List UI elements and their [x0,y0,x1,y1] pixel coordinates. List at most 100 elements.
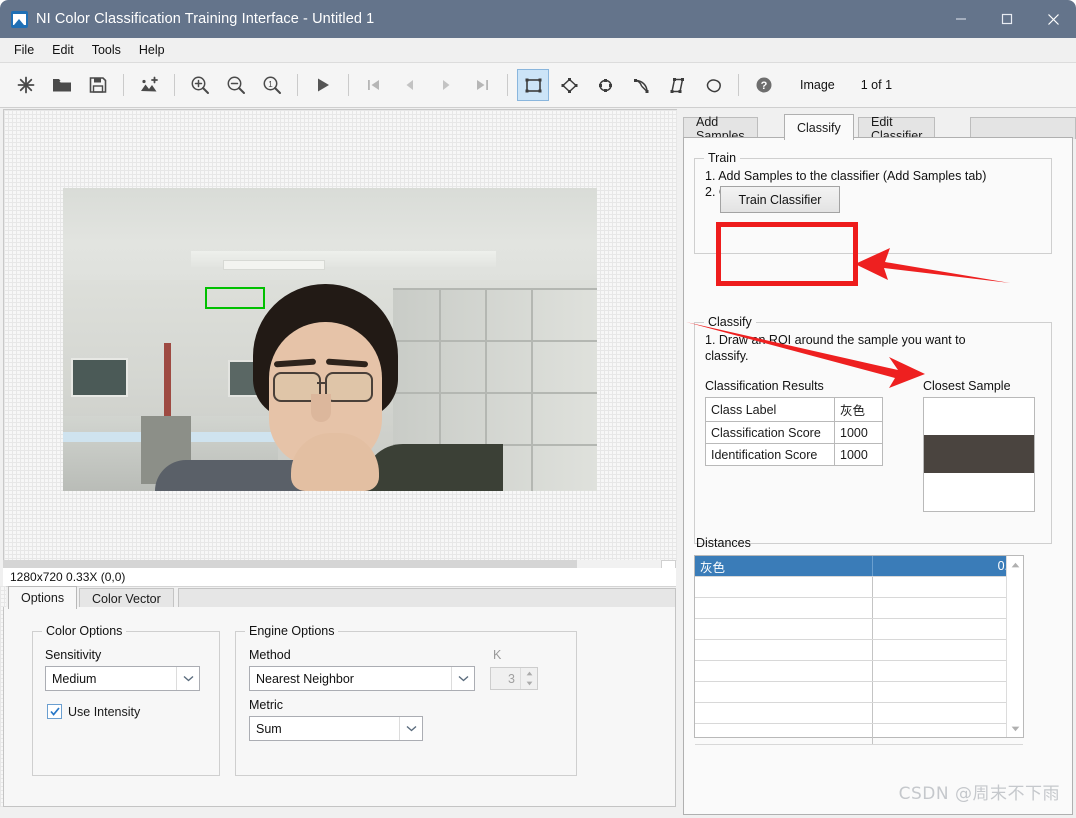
webcam-image [63,188,597,491]
tab-add-samples[interactable]: Add Samples [683,115,758,143]
use-intensity-label: Use Intensity [68,704,141,719]
previous-image-icon[interactable] [394,69,426,101]
distance-class-name [695,661,873,681]
closest-sample-title: Closest Sample [923,379,1011,393]
image-count: 1 of 1 [860,78,893,92]
menu-item-tools[interactable]: Tools [83,40,130,60]
tab-options[interactable]: Options [8,586,78,609]
metric-select[interactable]: Sum [249,716,423,741]
list-item[interactable] [695,577,1023,598]
roi-rotated-rect-icon[interactable] [553,69,585,101]
roi-oval-icon[interactable] [589,69,621,101]
right-tab-filler [970,117,1076,139]
last-image-icon[interactable] [466,69,498,101]
zoom-in-icon[interactable] [184,69,216,101]
method-select[interactable]: Nearest Neighbor [249,666,475,691]
open-folder-icon[interactable] [46,69,78,101]
menu-item-help[interactable]: Help [130,40,174,60]
save-floppy-icon[interactable] [82,69,114,101]
canvas-scrollbar-thumb[interactable] [3,560,577,568]
right-panel: Add Samples Classify Edit Classifier Tra… [680,109,1076,818]
toolbar-separator [738,74,739,96]
distances-vertical-scrollbar[interactable] [1006,556,1023,737]
zoom-actual-icon[interactable]: 1 [256,69,288,101]
list-item[interactable] [695,682,1023,703]
minimize-button[interactable] [938,0,984,38]
next-image-icon[interactable] [430,69,462,101]
tab-options-label: Options [21,591,65,605]
list-item[interactable] [695,640,1023,661]
toolbar-separator [297,74,298,96]
roi-rectangle-icon[interactable] [517,69,549,101]
classification-results-title: Classification Results [705,379,824,393]
stepper-up-arrow-icon[interactable] [521,668,537,679]
distance-class-name [695,724,873,744]
result-value-identification-score: 1000 [834,443,883,466]
distance-class-name [695,682,873,702]
list-item[interactable] [695,703,1023,724]
photo-lamp [223,260,325,270]
photo-person-glasses-right [325,372,373,402]
train-classifier-button[interactable]: Train Classifier [720,186,840,213]
train-step-1: 1. Add Samples to the classifier (Add Sa… [705,169,987,183]
scroll-down-arrow-icon[interactable] [1007,720,1023,737]
image-label: Image [800,78,835,92]
distances-grid[interactable]: 灰色 0.0 [694,555,1024,745]
chevron-down-icon[interactable] [399,717,422,740]
photo-window-left [71,358,128,397]
chevron-down-icon[interactable] [176,667,199,690]
distances-title: Distances [696,536,751,550]
maximize-button[interactable] [984,0,1030,38]
tab-color-vector[interactable]: Color Vector [79,588,174,608]
sensitivity-label: Sensitivity [45,648,102,662]
menu-item-file[interactable]: File [5,40,43,60]
canvas-horizontal-scrollbar[interactable] [3,560,661,568]
photo-person-shoulder [363,444,503,491]
roi-rectangle-selection[interactable] [205,287,265,309]
roi-freehand-icon[interactable] [697,69,729,101]
result-value-classification-score: 1000 [834,421,883,444]
scroll-up-arrow-icon[interactable] [1007,556,1023,573]
menu-item-edit[interactable]: Edit [43,40,83,60]
table-row: Class Label 灰色 [705,397,883,422]
list-item[interactable] [695,598,1023,619]
distance-value: 0.0 [873,556,1023,576]
stepper-down-arrow-icon[interactable] [521,679,537,690]
chevron-down-icon[interactable] [451,667,474,690]
play-icon[interactable] [307,69,339,101]
image-canvas[interactable] [3,109,677,561]
train-classifier-button-label: Train Classifier [738,192,822,207]
list-item[interactable] [695,619,1023,640]
sensitivity-select[interactable]: Medium [45,666,200,691]
help-icon[interactable]: ? [748,69,780,101]
result-name-classification-score: Classification Score [705,421,835,444]
distance-value [873,640,1023,660]
tab-classify[interactable]: Classify [784,114,854,140]
window-title: NI Color Classification Training Interfa… [36,11,375,27]
method-label: Method [249,648,291,662]
first-image-icon[interactable] [358,69,390,101]
toolbar-separator [174,74,175,96]
list-item[interactable] [695,724,1023,745]
k-stepper[interactable]: 3 [490,667,538,690]
svg-text:?: ? [761,80,768,92]
sensitivity-value: Medium [52,671,97,686]
roi-annulus-icon[interactable] [625,69,657,101]
list-item[interactable]: 灰色 0.0 [695,556,1023,577]
add-image-icon[interactable] [133,69,165,101]
tab-edit-classifier[interactable]: Edit Classifier [858,115,936,143]
list-item[interactable] [695,661,1023,682]
distance-class-name [695,577,873,597]
use-intensity-checkbox[interactable]: Use Intensity [47,704,140,719]
classify-step-1-line-2: classify. [705,349,749,363]
bottom-tab-bar: Options Color Vector [3,586,676,609]
title-bar: NI Color Classification Training Interfa… [0,0,1076,38]
bottom-tab-filler [178,588,676,608]
metric-value: Sum [256,721,282,736]
new-icon[interactable] [10,69,42,101]
distance-class-name [695,703,873,723]
close-button[interactable] [1030,0,1076,38]
roi-polygon-icon[interactable] [661,69,693,101]
zoom-out-icon[interactable] [220,69,252,101]
k-stepper-buttons[interactable] [520,668,537,689]
